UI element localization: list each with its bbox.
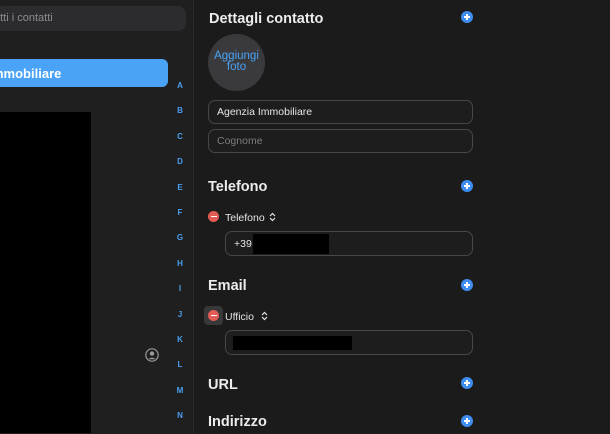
first-name-value: Agenzia Immobiliare [217, 106, 313, 118]
index-letter-n[interactable]: N [172, 409, 188, 434]
last-name-placeholder: Cognome [217, 135, 263, 147]
index-letter-f[interactable]: F [172, 206, 188, 231]
add-phone-icon[interactable] [461, 180, 473, 192]
person-circle-icon[interactable] [145, 348, 159, 362]
address-section-title: Indirizzo [208, 414, 267, 430]
search-placeholder: utti i contatti [0, 12, 53, 24]
index-letter-b[interactable]: B [172, 104, 188, 129]
index-letter-a[interactable]: A [172, 79, 188, 104]
email-label-selector[interactable]: Ufficio [225, 311, 254, 323]
index-letter-c[interactable]: C [172, 130, 188, 155]
phone-section-title: Telefono [208, 179, 268, 195]
remove-phone-icon[interactable] [208, 211, 219, 222]
add-photo-label: Aggiungi foto [214, 50, 259, 73]
contact-details-pane: Dettagli contatto Aggiungi foto Agenzia … [194, 0, 610, 433]
phone-value: +39 [234, 238, 252, 250]
redacted-email [233, 336, 352, 350]
add-photo-button[interactable]: Aggiungi foto [208, 34, 265, 91]
add-field-icon[interactable] [461, 11, 473, 23]
url-section-title: URL [208, 377, 238, 393]
search-input[interactable]: utti i contatti [0, 6, 186, 31]
index-letter-l[interactable]: L [172, 358, 188, 383]
index-letter-e[interactable]: E [172, 181, 188, 206]
phone-label-selector[interactable]: Telefono [225, 212, 265, 224]
phone-field[interactable]: +39 [225, 231, 473, 256]
index-letter-h[interactable]: H [172, 257, 188, 282]
details-title: Dettagli contatto [209, 11, 324, 27]
add-address-icon[interactable] [461, 415, 473, 427]
redacted-contact-list [0, 112, 91, 433]
email-section-title: Email [208, 278, 247, 294]
redacted-phone [253, 234, 329, 254]
add-email-icon[interactable] [461, 279, 473, 291]
index-letter-i[interactable]: I [172, 282, 188, 307]
email-field[interactable] [225, 330, 473, 355]
chevron-up-down-icon[interactable] [269, 212, 276, 222]
index-letter-m[interactable]: M [172, 384, 188, 409]
contact-name: mmobiliare [0, 66, 62, 81]
last-name-field[interactable]: Cognome [208, 129, 473, 153]
alphabet-index[interactable]: A B C D E F G H I J K L M N [172, 79, 188, 434]
index-letter-k[interactable]: K [172, 333, 188, 358]
first-name-field[interactable]: Agenzia Immobiliare [208, 100, 473, 124]
index-letter-j[interactable]: J [172, 308, 188, 333]
remove-email-icon[interactable] [208, 310, 219, 321]
add-url-icon[interactable] [461, 377, 473, 389]
chevron-up-down-icon[interactable] [261, 311, 268, 321]
contacts-sidebar: utti i contatti mmobiliare A B C D E F G… [0, 0, 194, 433]
index-letter-g[interactable]: G [172, 231, 188, 256]
index-letter-d[interactable]: D [172, 155, 188, 180]
contact-list-item-selected[interactable]: mmobiliare [0, 59, 168, 87]
